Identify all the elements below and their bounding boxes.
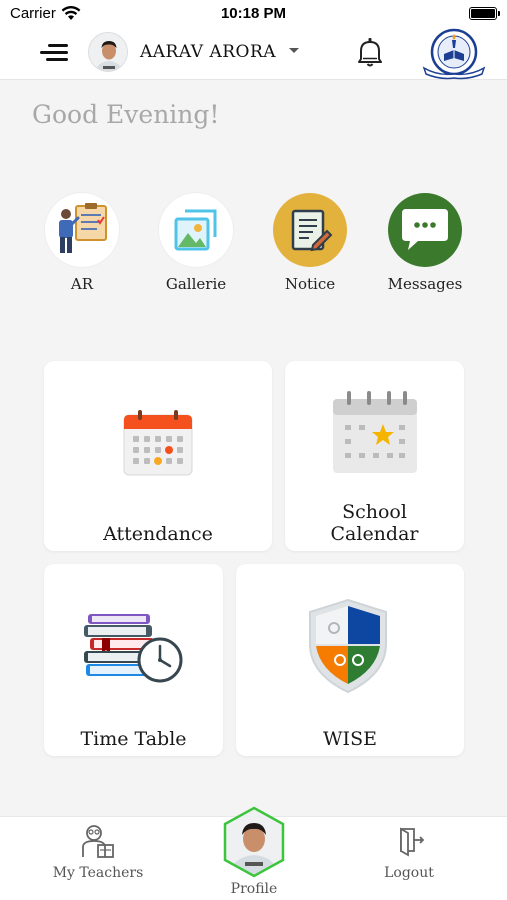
bottom-nav: My Teachers Profile Logout bbox=[0, 806, 507, 900]
student-photo-icon bbox=[89, 33, 127, 71]
school-calendar-icon bbox=[333, 391, 417, 473]
logout-icon bbox=[400, 827, 425, 857]
chat-bubble-icon bbox=[388, 193, 462, 267]
card-label: Attendance bbox=[103, 523, 213, 545]
bell-icon[interactable] bbox=[357, 37, 383, 67]
school-crest-logo bbox=[422, 28, 486, 80]
battery-tip bbox=[498, 11, 500, 16]
greeting-text: Good Evening! bbox=[32, 100, 220, 129]
quick-action-gallerie[interactable]: Gallerie bbox=[151, 193, 241, 293]
notice-icon bbox=[273, 193, 347, 267]
app-header: AARAV ARORA bbox=[0, 28, 507, 80]
school-calendar-card[interactable]: School Calendar bbox=[285, 361, 464, 551]
gallery-icon bbox=[159, 193, 233, 267]
card-label-line2: Calendar bbox=[330, 523, 419, 545]
nav-logout[interactable]: Logout bbox=[374, 823, 444, 881]
quick-action-label: Gallerie bbox=[165, 275, 227, 293]
teacher-icon bbox=[82, 825, 114, 858]
quick-action-label: Messages bbox=[387, 275, 463, 293]
quick-action-messages[interactable]: Messages bbox=[380, 193, 470, 293]
presentation-board-icon bbox=[45, 193, 119, 267]
card-label: WISE bbox=[323, 728, 377, 750]
card-label-line1: School bbox=[342, 501, 407, 523]
books-clock-icon bbox=[84, 614, 183, 683]
quick-action-label: Notice bbox=[284, 275, 336, 293]
nav-label: Profile bbox=[230, 881, 278, 897]
hamburger-menu-icon[interactable] bbox=[40, 42, 68, 64]
wise-card[interactable]: WISE bbox=[236, 564, 464, 756]
nav-label: Logout bbox=[384, 865, 434, 881]
shield-icon bbox=[309, 598, 387, 694]
time-table-card[interactable]: Time Table bbox=[44, 564, 223, 756]
quick-action-notice[interactable]: Notice bbox=[265, 193, 355, 293]
quick-action-ar[interactable]: AR bbox=[37, 193, 127, 293]
status-bar: Carrier 10:18 PM bbox=[0, 0, 507, 28]
attendance-card[interactable]: Attendance bbox=[44, 361, 272, 551]
nav-label: My Teachers bbox=[52, 865, 144, 881]
nav-my-teachers[interactable]: My Teachers bbox=[52, 823, 144, 881]
clock-time: 10:18 PM bbox=[220, 5, 287, 22]
avatar[interactable] bbox=[88, 32, 128, 72]
user-name[interactable]: AARAV ARORA bbox=[140, 42, 276, 62]
attendance-calendar-icon bbox=[123, 410, 193, 476]
chevron-down-icon[interactable] bbox=[289, 48, 299, 53]
card-label: Time Table bbox=[80, 728, 187, 750]
battery-icon bbox=[469, 7, 497, 20]
nav-profile[interactable]: Profile bbox=[214, 805, 294, 897]
profile-avatar-icon bbox=[223, 806, 285, 878]
quick-action-label: AR bbox=[70, 275, 94, 293]
